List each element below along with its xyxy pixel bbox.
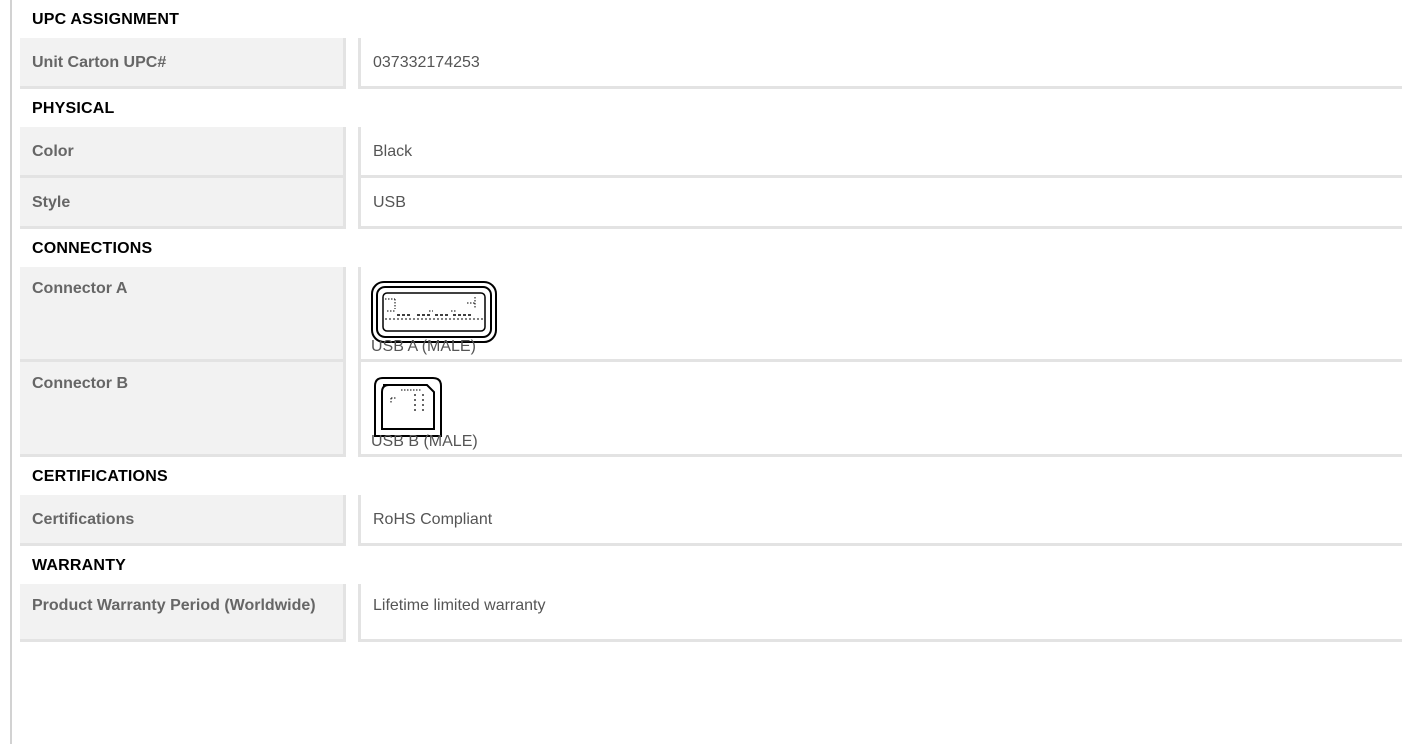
spec-row-warranty-period: Product Warranty Period (Worldwide) Life… <box>20 584 1402 642</box>
spec-row-style: Style USB <box>20 178 1402 229</box>
spec-row-connector-a: Connector A USB A (MALE) <box>20 267 1402 362</box>
spec-label: Color <box>20 127 346 178</box>
connector-a-caption: USB A (MALE) <box>371 338 476 355</box>
spec-label: Connector A <box>20 267 346 362</box>
connector-b-caption: USB B (MALE) <box>371 433 478 450</box>
spec-label: Style <box>20 178 346 229</box>
spec-value: RoHS Compliant <box>358 495 1402 546</box>
spec-value: Black <box>358 127 1402 178</box>
section-header-warranty: WARRANTY <box>32 557 127 574</box>
spec-label: Connector B <box>20 362 346 457</box>
spec-row-certifications: Certifications RoHS Compliant <box>20 495 1402 546</box>
spec-row-connector-b: Connector B USB B (MALE) <box>20 362 1402 457</box>
specifications-table: UPC ASSIGNMENT Unit Carton UPC# 03733217… <box>20 0 1402 642</box>
spec-label: Product Warranty Period (Worldwide) <box>20 584 346 642</box>
usb-a-connector-icon <box>371 281 497 343</box>
spec-value-connector-a: USB A (MALE) <box>358 267 1402 362</box>
section-header-physical: PHYSICAL <box>32 100 115 117</box>
spec-value-connector-b: USB B (MALE) <box>358 362 1402 457</box>
usb-b-connector-icon <box>374 377 442 437</box>
section-header-upc-assignment: UPC ASSIGNMENT <box>32 11 180 28</box>
section-header-certifications: CERTIFICATIONS <box>32 468 168 485</box>
section-header-connections: CONNECTIONS <box>32 240 153 257</box>
spec-value: 037332174253 <box>358 38 1402 89</box>
spec-row-unit-carton-upc: Unit Carton UPC# 037332174253 <box>20 38 1402 89</box>
spec-label: Certifications <box>20 495 346 546</box>
spec-row-color: Color Black <box>20 127 1402 178</box>
spec-value: Lifetime limited warranty <box>358 584 1402 642</box>
spec-value: USB <box>358 178 1402 229</box>
spec-label: Unit Carton UPC# <box>20 38 346 89</box>
